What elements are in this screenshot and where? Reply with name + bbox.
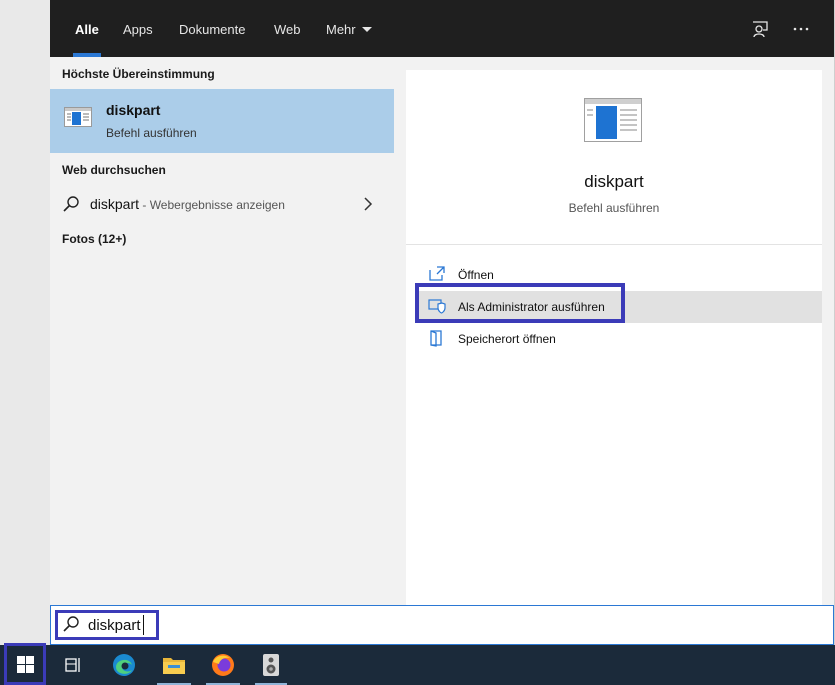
- web-search-text: diskpart - Webergebnisse anzeigen: [90, 196, 285, 212]
- edge-icon: [113, 654, 135, 676]
- diskpart-app-icon: [64, 107, 92, 127]
- edge-taskbar-button[interactable]: [104, 645, 144, 685]
- search-input[interactable]: [88, 614, 788, 636]
- chevron-down-icon: [361, 27, 372, 33]
- tab-documents[interactable]: Dokumente: [179, 0, 245, 57]
- tab-more[interactable]: Mehr: [326, 0, 372, 57]
- action-open-location-label: Speicherort öffnen: [458, 332, 556, 346]
- photos-heading[interactable]: Fotos (12+): [62, 232, 126, 246]
- web-search-suffix: - Webergebnisse anzeigen: [139, 198, 285, 212]
- text-cursor: [143, 615, 144, 635]
- firefox-icon: [212, 654, 234, 676]
- speaker-taskbar-button[interactable]: [251, 645, 291, 685]
- open-icon: [429, 266, 445, 281]
- speaker-app-icon: [263, 654, 279, 676]
- preview-title: diskpart: [584, 172, 644, 191]
- web-search-query: diskpart: [90, 196, 140, 212]
- feedback-icon[interactable]: [750, 19, 770, 39]
- best-match-title: diskpart: [106, 102, 161, 118]
- firefox-taskbar-button[interactable]: [202, 645, 244, 685]
- task-view-button[interactable]: [56, 645, 92, 685]
- web-search-heading: Web durchsuchen: [62, 163, 166, 177]
- tab-web[interactable]: Web: [274, 0, 301, 57]
- annotation-highlight-start: [4, 643, 46, 685]
- file-explorer-icon: [163, 658, 185, 674]
- best-match-item[interactable]: diskpart Befehl ausführen: [50, 89, 394, 153]
- more-options-icon[interactable]: [791, 19, 811, 39]
- folder-location-icon: [430, 330, 442, 347]
- annotation-highlight-admin: [415, 283, 625, 323]
- task-view-icon: [65, 658, 80, 672]
- tab-all[interactable]: Alle: [73, 0, 101, 57]
- chevron-right-icon[interactable]: [362, 196, 374, 212]
- best-match-subtitle: Befehl ausführen: [106, 126, 197, 140]
- results-pane: Höchste Übereinstimmung diskpart Befehl …: [50, 57, 394, 605]
- search-icon: [63, 196, 79, 212]
- tab-more-label: Mehr: [326, 22, 356, 37]
- file-explorer-taskbar-button[interactable]: [153, 645, 195, 685]
- taskbar: [0, 645, 835, 685]
- web-search-item[interactable]: diskpart - Webergebnisse anzeigen: [50, 188, 394, 220]
- best-match-heading: Höchste Übereinstimmung: [62, 67, 215, 81]
- diskpart-large-icon: [584, 98, 642, 142]
- action-open-location[interactable]: Speicherort öffnen: [416, 323, 822, 355]
- search-box-icon: [63, 616, 79, 632]
- preview-subtitle: Befehl ausführen: [568, 201, 660, 215]
- preview-pane: diskpart Befehl ausführen Öffnen Als Adm…: [406, 70, 822, 605]
- tab-apps[interactable]: Apps: [123, 0, 153, 57]
- search-tab-bar: Alle Apps Dokumente Web Mehr: [50, 0, 834, 57]
- background-left-strip: [0, 0, 51, 645]
- preview-divider: [406, 244, 822, 245]
- action-open-label: Öffnen: [458, 268, 494, 282]
